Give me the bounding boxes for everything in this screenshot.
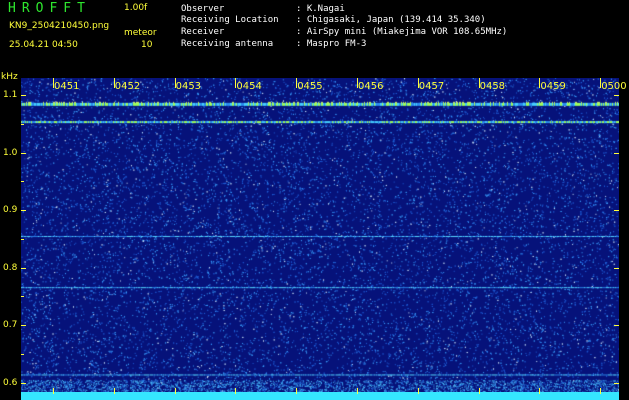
observer-label: Observer <box>181 4 225 14</box>
y-tick-mark-right <box>614 382 619 384</box>
y-tick-mark <box>21 95 26 97</box>
x-tick-mark-bottom <box>235 388 237 394</box>
y-tick-label: 0.7 <box>3 320 18 331</box>
antenna-label: Receiving antenna <box>181 39 274 49</box>
y-tick-mark <box>21 152 26 154</box>
y-tick-mark <box>21 210 26 212</box>
x-tick-label: 0456 <box>358 81 384 92</box>
x-tick-label: 0500 <box>601 81 627 92</box>
x-tick-label: 0459 <box>540 81 566 92</box>
x-tick-label: 0452 <box>114 81 141 92</box>
y-minor-tick <box>21 296 24 298</box>
x-tick-label: 0451 <box>54 81 80 92</box>
y-tick-label: 0.9 <box>3 205 18 216</box>
y-minor-tick <box>21 238 24 240</box>
filename-label: KN9_2504210450.png <box>9 21 110 31</box>
y-tick-mark-right <box>614 152 619 154</box>
x-tick-mark <box>53 78 54 88</box>
location-label: Receiving Location <box>181 15 279 25</box>
y-minor-tick <box>21 353 24 355</box>
y-tick-mark <box>21 267 26 269</box>
spectrogram-canvas <box>21 78 619 394</box>
y-tick-mark-right <box>614 210 619 212</box>
hrofft-window: HROFFT 1.00f KN9_2504210450.png meteor 2… <box>0 0 629 400</box>
x-tick-mark-bottom <box>53 388 54 394</box>
x-tick-mark <box>357 78 358 88</box>
datetime-label: 25.04.21 04:50 <box>9 40 78 50</box>
x-tick-mark <box>417 78 419 88</box>
y-tick-label: 0.6 <box>3 377 18 388</box>
x-tick-label: 0454 <box>236 81 262 92</box>
receiver-value: : AirSpy mini (Miakejima VOR 108.65MHz) <box>296 27 508 37</box>
x-tick-label: 0457 <box>418 81 445 92</box>
y-tick-mark-right <box>614 325 619 327</box>
x-tick-mark-bottom <box>357 388 358 394</box>
x-tick-label: 0455 <box>297 81 323 92</box>
y-minor-tick <box>21 123 24 125</box>
y-tick-mark <box>21 325 26 327</box>
receiver-label: Receiver <box>181 27 225 37</box>
x-tick-mark-bottom <box>174 388 176 394</box>
app-title: HROFFT <box>8 1 91 16</box>
x-tick-mark-bottom <box>539 388 541 394</box>
spectrogram-baseline <box>21 392 619 400</box>
x-tick-mark <box>296 78 298 88</box>
y-tick-label: 1.0 <box>3 147 18 158</box>
location-value: : Chigasaki, Japan (139.414 35.340) <box>296 15 486 25</box>
y-axis-unit: kHz <box>1 72 18 82</box>
mode-label: meteor <box>124 28 157 38</box>
x-tick-mark-bottom <box>296 388 298 394</box>
x-tick-mark-bottom <box>600 388 602 394</box>
x-tick-mark-bottom <box>113 388 115 394</box>
x-tick-mark <box>539 78 541 88</box>
observer-value: : K.Nagai <box>296 4 345 14</box>
x-tick-mark-bottom <box>478 388 480 394</box>
x-tick-label: 0453 <box>175 81 202 92</box>
x-tick-mark <box>478 78 480 88</box>
x-tick-mark <box>113 78 115 88</box>
y-tick-mark-right <box>614 95 619 97</box>
x-tick-label: 0458 <box>479 81 506 92</box>
y-tick-mark-right <box>614 267 619 269</box>
version-label: 1.00f <box>124 3 148 13</box>
y-tick-label: 0.8 <box>3 262 18 273</box>
x-tick-mark <box>600 78 602 88</box>
x-tick-mark <box>235 78 237 88</box>
antenna-value: : Maspro FM-3 <box>296 39 367 49</box>
y-tick-mark <box>21 382 26 384</box>
y-tick-label: 1.1 <box>3 90 18 101</box>
y-minor-tick <box>21 181 24 183</box>
spectrogram-plot <box>21 78 619 400</box>
x-tick-mark-bottom <box>417 388 419 394</box>
level-value: 10 <box>141 40 153 50</box>
x-tick-mark <box>174 78 176 88</box>
